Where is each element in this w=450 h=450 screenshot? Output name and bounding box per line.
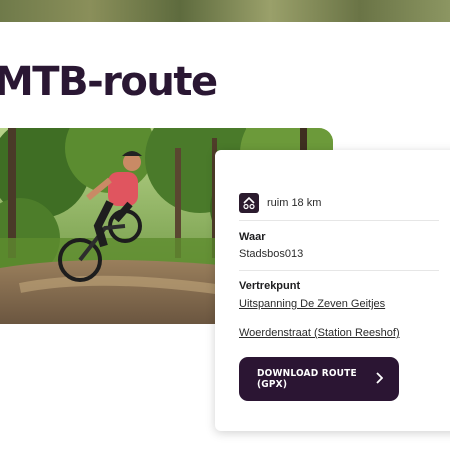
start-point-link-zeven-geitjes[interactable]: Uitspanning De Zeven Geitjes — [239, 298, 450, 310]
top-image-strip — [0, 0, 450, 22]
download-route-button[interactable]: DOWNLOAD ROUTE (GPX) — [239, 357, 399, 401]
download-button-label: DOWNLOAD ROUTE (GPX) — [257, 368, 357, 390]
page-title: MTB-route — [0, 59, 218, 105]
start-point-section: Vertrekpunt Uitspanning De Zeven Geitjes… — [239, 280, 450, 339]
route-info-card: ruim 18 km Waar Stadsbos013 Vertrekpunt … — [215, 150, 450, 431]
location-label: Waar — [239, 231, 266, 243]
cycling-route-icon — [239, 193, 259, 213]
distance-row: ruim 18 km — [239, 192, 450, 214]
location-section: Waar Stadsbos013 — [239, 231, 450, 260]
distance-text: ruim 18 km — [267, 197, 322, 209]
divider — [239, 220, 439, 221]
start-point-link-station-reeshof[interactable]: Woerdenstraat (Station Reeshof) — [239, 327, 450, 339]
top-strip-gap — [0, 22, 450, 28]
chevron-right-icon — [375, 372, 384, 386]
divider — [239, 270, 439, 271]
location-value: Stadsbos013 — [239, 248, 304, 260]
start-point-label: Vertrekpunt — [239, 280, 301, 292]
